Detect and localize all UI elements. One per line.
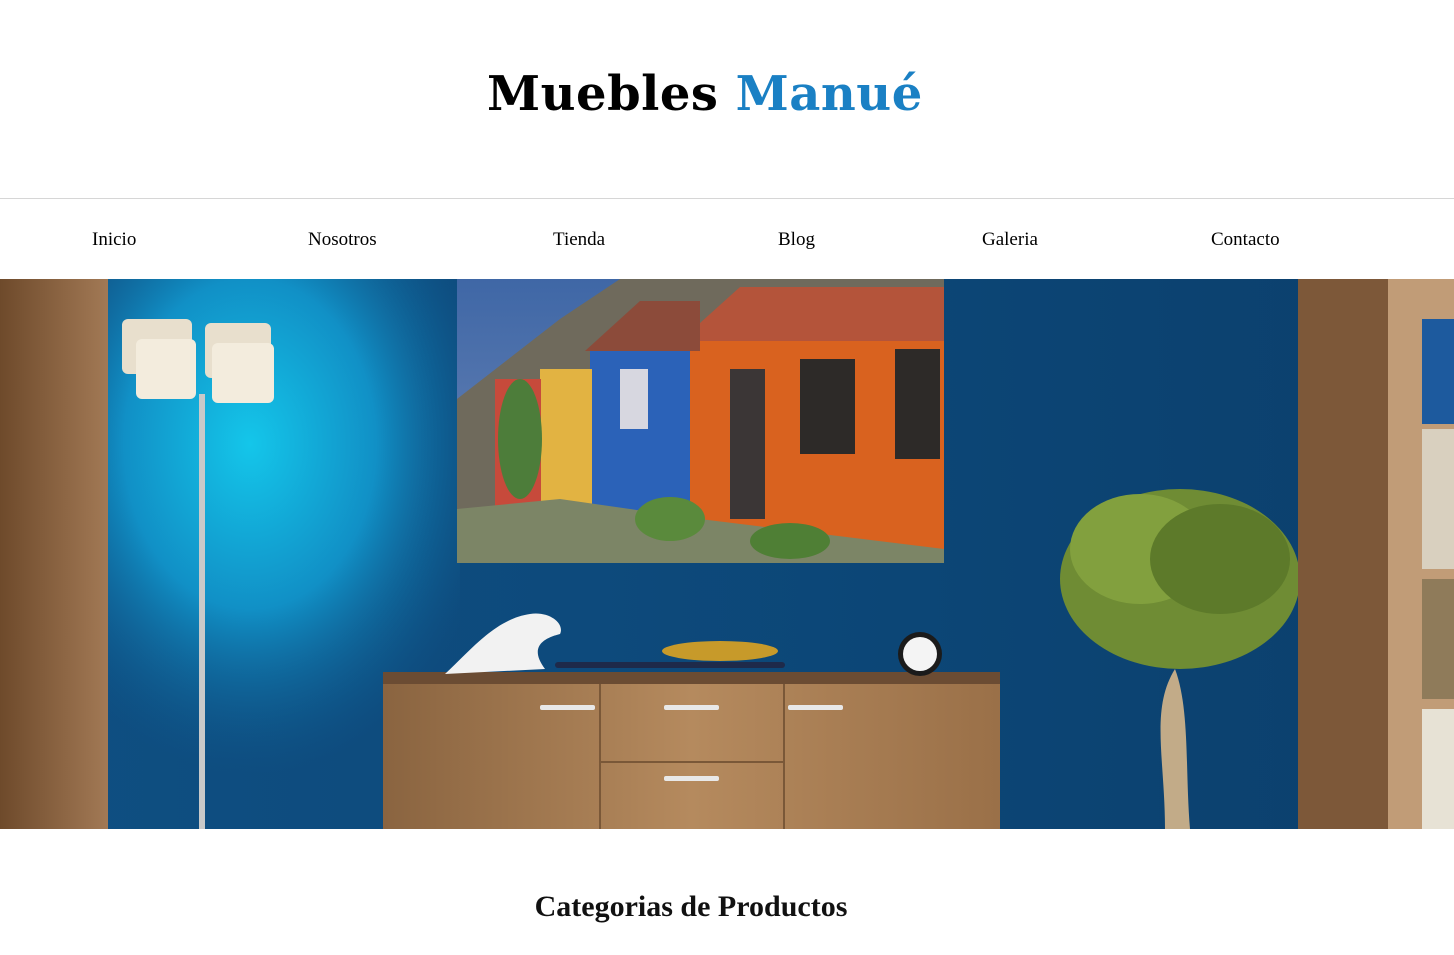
- living-room-illustration: [0, 279, 1454, 829]
- site-logo[interactable]: Muebles Manué: [487, 66, 923, 122]
- site-header: Muebles Manué: [0, 0, 1454, 198]
- dresser-decor: [445, 613, 942, 676]
- wall-painting: [457, 279, 944, 563]
- wooden-dresser: [383, 672, 1000, 829]
- right-bookshelf: [1298, 279, 1454, 829]
- section-title: Categorias de Productos: [534, 890, 848, 923]
- nav-item-nosotros[interactable]: Nosotros: [308, 229, 377, 251]
- brand-primary: Muebles: [487, 66, 719, 122]
- nav-item-tienda[interactable]: Tienda: [553, 229, 605, 251]
- nav-item-inicio[interactable]: Inicio: [92, 229, 136, 251]
- left-cabinet: [0, 279, 108, 829]
- bonsai-tree: [1060, 489, 1300, 829]
- nav-item-contacto[interactable]: Contacto: [1211, 229, 1280, 251]
- hero-image: [0, 279, 1454, 829]
- brand-accent: Manué: [735, 66, 923, 122]
- nav-item-blog[interactable]: Blog: [778, 229, 815, 251]
- main-nav: Inicio Nosotros Tienda Blog Galeria Cont…: [0, 198, 1454, 279]
- nav-item-galeria[interactable]: Galeria: [982, 229, 1038, 251]
